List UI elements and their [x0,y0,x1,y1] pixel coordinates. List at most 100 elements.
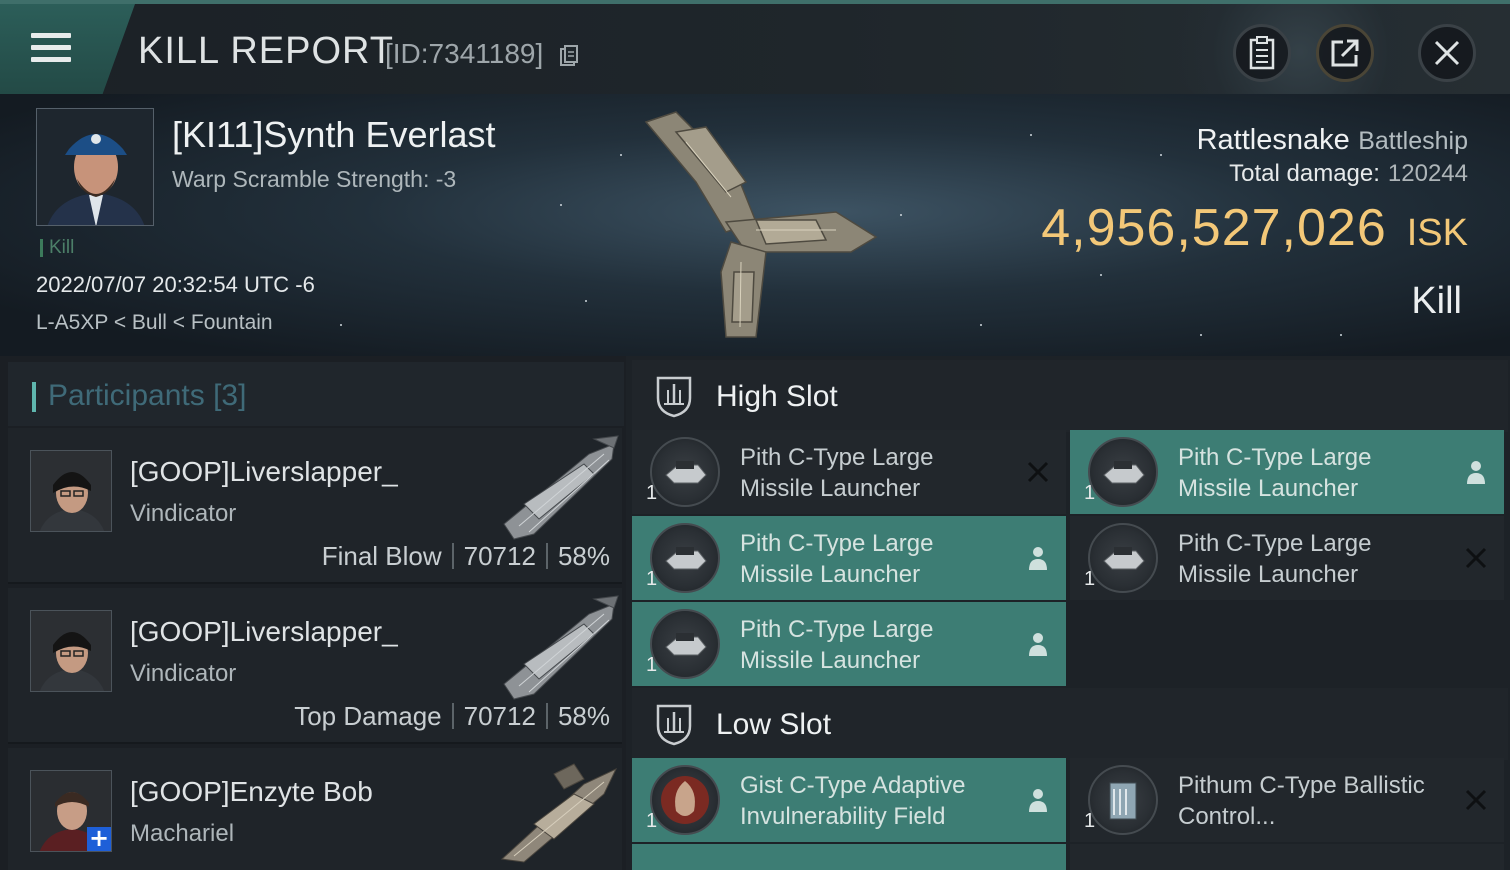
participant-avatar[interactable]: + [30,770,112,852]
participant-stats: Final Blow 70712 58% [322,541,610,572]
participant-name[interactable]: [GOOP]Enzyte Bob [130,776,373,808]
participant-damage: 70712 [463,701,536,731]
total-damage-label: Total damage: [1229,160,1380,187]
item-quantity: 1 [646,654,658,676]
item-quantity: 1 [1084,810,1096,832]
vindicator-ship-icon [503,595,619,700]
item-name: Pith C-Type Large Missile Launcher [740,616,934,674]
missile-launcher-icon [1088,437,1158,507]
kill-type: Kill [1411,280,1462,322]
missile-launcher-icon [650,437,720,507]
participant-avatar[interactable] [30,610,112,692]
share-button[interactable] [1316,24,1374,82]
dropped-person-icon [1029,547,1047,570]
victim-name[interactable]: [KI11]Synth Everlast [172,114,496,156]
close-icon [1434,40,1460,66]
hamburger-menu-icon[interactable] [31,33,71,65]
isk-unit: ISK [1406,212,1468,254]
machariel-ship-icon [500,763,618,863]
participant-name[interactable]: [GOOP]Liverslapper_ [130,456,398,488]
total-damage: Total damage: 120244 [1229,160,1468,188]
participant-ship: Machariel [130,820,235,847]
warp-scramble-strength: Warp Scramble Strength: -3 [172,166,457,192]
missile-launcher-icon [1088,523,1158,593]
destroyed-icon [1027,461,1049,483]
star [1340,334,1342,336]
star [1200,334,1202,336]
participants-header[interactable]: Participants [3] [8,362,624,426]
participant-name[interactable]: [GOOP]Liverslapper_ [130,616,398,648]
fitting-item[interactable]: 1 Pith C-Type Large Missile Launcher [1070,430,1504,514]
item-quantity: 1 [1084,568,1096,590]
victim-portrait[interactable] [36,108,154,226]
participants-title: Participants [3] [48,379,247,412]
clipboard-button[interactable] [1233,24,1291,82]
star [980,324,982,326]
participant-avatar[interactable] [30,450,112,532]
high-slot-icon [656,376,692,418]
destroyed-icon [1465,547,1487,569]
divider [545,543,548,569]
high-slot-header[interactable]: High Slot [632,360,1508,432]
ship-class: Battleship [1358,127,1468,155]
star [340,324,342,326]
dropped-person-icon [1467,461,1485,484]
participant-role: Final Blow [321,541,442,571]
participant-row[interactable]: + [GOOP]Enzyte Bob Machariel [8,748,622,870]
victim-banner: [KI11]Synth Everlast Warp Scramble Stren… [0,94,1510,356]
page-title: KILL REPORT [138,30,394,72]
pilot-avatar [37,109,153,225]
participant-row[interactable]: [GOOP]Liverslapper_ Vindicator Final Blo… [8,428,622,584]
fitting-item[interactable] [632,844,1066,870]
participant-percent: 58% [557,541,610,571]
dropped-person-icon [1029,789,1047,812]
kill-datetime: 2022/07/07 20:32:54 UTC -6 [36,272,315,297]
victim-ship-render [644,111,878,338]
item-quantity: 1 [646,482,658,504]
divider [451,703,454,729]
low-slot-title: Low Slot [716,708,832,741]
item-name: Pithum C-Type Ballistic Control... [1178,772,1425,830]
fitting-item[interactable]: 1 Pith C-Type Large Missile Launcher [632,516,1066,600]
fitting-item[interactable]: 1 Gist C-Type Adaptive Invulnerability F… [632,758,1066,842]
divider [451,543,454,569]
participants-panel: Participants [3] [GOOP]Liverslapper_ Vin… [0,356,626,870]
star [1100,274,1102,276]
participant-role: Top Damage [294,701,442,731]
item-quantity: 1 [646,810,658,832]
fitting-item[interactable] [1070,844,1504,870]
menu-tab[interactable] [0,4,135,94]
destroyed-icon [1465,789,1487,811]
isk-value: 4,956,527,026 [1041,199,1387,257]
participant-row[interactable]: [GOOP]Liverslapper_ Vindicator Top Damag… [8,588,622,744]
victim-ship[interactable]: Rattlesnake Battleship [1197,124,1468,157]
star [1160,154,1162,156]
participants-header-bar [32,382,36,412]
participant-stats: Top Damage 70712 58% [294,701,610,732]
missile-launcher-icon [650,609,720,679]
participant-ship: Vindicator [130,660,237,687]
item-name: Pith C-Type Large Missile Launcher [740,530,934,588]
participant-damage: 70712 [463,541,536,571]
vindicator-ship-icon [503,435,619,540]
ship-name: Rattlesnake [1196,124,1350,156]
ballistic-control-icon [1088,765,1158,835]
fitting-item[interactable]: 1 Pith C-Type Large Missile Launcher [632,602,1066,686]
low-slot-header[interactable]: Low Slot [632,688,1508,760]
close-button[interactable] [1418,24,1476,82]
kill-location[interactable]: L-A5XP < Bull < Fountain [36,311,273,335]
item-name: Pith C-Type Large Missile Launcher [1178,530,1372,588]
item-quantity: 1 [646,568,658,590]
low-slot-icon [656,704,692,746]
fitting-item[interactable]: 1 Pithum C-Type Ballistic Control... [1070,758,1504,842]
fitting-item[interactable]: 1 Pith C-Type Large Missile Launcher [1070,516,1504,600]
item-name: Pith C-Type Large Missile Launcher [1178,444,1372,502]
item-name: Pith C-Type Large Missile Launcher [740,444,934,502]
total-damage-value: 120244 [1387,160,1468,187]
pilot-avatar [31,611,111,691]
divider [545,703,548,729]
item-name: Gist C-Type Adaptive Invulnerability Fie… [740,772,966,830]
star [620,154,622,156]
copy-id-icon[interactable] [559,44,579,68]
fitting-item[interactable]: 1 Pith C-Type Large Missile Launcher [632,430,1066,514]
